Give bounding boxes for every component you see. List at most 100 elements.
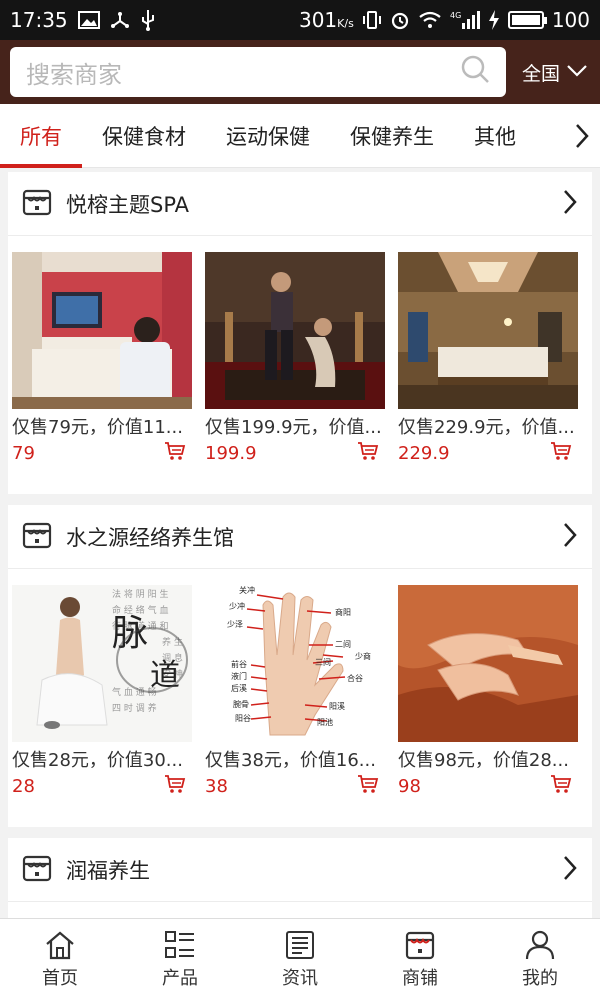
shop-name: 水之源经络养生馆	[66, 525, 234, 550]
tab-health-food[interactable]: 保健食材	[82, 104, 206, 168]
tab-sports-health[interactable]: 运动保健	[206, 104, 330, 168]
product-item[interactable]: 法 将 阴 阳 生命 经 络 气 血 行 脉 道 通 和养 生 调 息安 神 气…	[12, 585, 192, 798]
charging-icon	[488, 10, 500, 30]
shop-header[interactable]: 悦榕主题SPA	[8, 172, 592, 236]
share-icon	[110, 10, 130, 30]
product-price: 98	[398, 775, 421, 797]
store-icon	[405, 931, 435, 959]
svg-text:商阳: 商阳	[335, 607, 351, 617]
product-price: 199.9	[205, 442, 257, 464]
store-icon	[22, 187, 52, 221]
cart-icon[interactable]	[550, 441, 572, 465]
nav-mine[interactable]: 我的	[480, 919, 600, 1000]
chevron-right-icon	[562, 189, 578, 219]
search-input[interactable]: 搜索商家	[10, 47, 506, 97]
svg-text:阳谷: 阳谷	[235, 714, 251, 723]
product-image[interactable]	[205, 252, 385, 409]
svg-text:少冲: 少冲	[229, 601, 245, 611]
news-icon	[286, 930, 314, 959]
cart-icon[interactable]	[550, 774, 572, 798]
product-price: 28	[12, 775, 35, 797]
product-description: 仅售199.9元，价值...	[205, 417, 382, 438]
svg-text:道: 道	[150, 658, 180, 693]
svg-text:阳池: 阳池	[317, 717, 333, 727]
network-speed: 301K/s	[298, 8, 354, 32]
grid-list-icon	[165, 930, 194, 958]
chevron-down-icon	[566, 61, 588, 83]
shop-card[interactable]: 润福养生	[8, 838, 592, 918]
product-image[interactable]: 关冲 少冲 少泽 商阳 二间 少商 三间 合谷 前谷 液门 后溪 腕骨 阳谷 阳…	[205, 585, 385, 742]
product-image[interactable]	[398, 252, 578, 409]
tab-all[interactable]: 所有	[0, 104, 82, 168]
shop-card[interactable]: 水之源经络养生馆 法 将 阴 阳 生命 经 络 气 血 行 脉 道 通 和养 生…	[8, 505, 592, 827]
cart-icon[interactable]	[357, 441, 379, 465]
product-image[interactable]	[12, 252, 192, 409]
battery-level: 100	[551, 8, 590, 32]
svg-text:关冲: 关冲	[239, 585, 255, 595]
svg-text:后溪: 后溪	[231, 683, 247, 693]
nav-stores-label: 商铺	[402, 967, 438, 989]
shop-name: 悦榕主题SPA	[66, 192, 190, 217]
user-icon	[525, 930, 555, 959]
svg-text:液门: 液门	[231, 671, 247, 681]
shop-name: 润福养生	[66, 858, 150, 883]
svg-text:阳溪: 阳溪	[329, 701, 345, 711]
status-time: 17:35	[10, 8, 68, 32]
header: 搜索商家 全国	[0, 40, 600, 104]
status-bar: 17:35 301K/s 4G 100	[0, 0, 600, 40]
tabs-more-button[interactable]	[574, 104, 600, 168]
nav-news[interactable]: 资讯	[240, 919, 360, 1000]
nav-mine-label: 我的	[522, 967, 558, 989]
usb-icon	[140, 9, 156, 31]
svg-text:少商: 少商	[355, 651, 371, 661]
tab-other[interactable]: 其他	[454, 104, 536, 168]
product-item[interactable]: 仅售79元，价值11... 79	[12, 252, 192, 465]
product-item[interactable]: 仅售229.9元，价值... 229.9	[398, 252, 578, 465]
product-image[interactable]	[398, 585, 578, 742]
search-icon[interactable]	[460, 54, 490, 90]
cart-icon[interactable]	[164, 774, 186, 798]
svg-text:脉: 脉	[112, 613, 148, 654]
nav-products-label: 产品	[162, 967, 198, 989]
product-item[interactable]: 仅售199.9元，价值... 199.9	[205, 252, 385, 465]
product-item[interactable]: 仅售98元，价值28... 98	[398, 585, 578, 798]
product-image[interactable]: 法 将 阴 阳 生命 经 络 气 血 行 脉 道 通 和养 生 调 息安 神 气…	[12, 585, 192, 742]
svg-text:合谷: 合谷	[347, 673, 363, 683]
svg-text:三间: 三间	[315, 658, 331, 667]
nav-home-label: 首页	[42, 967, 78, 989]
shop-card[interactable]: 悦榕主题SPA 仅售79元，价值11... 79 仅售199.9元，价值... …	[8, 172, 592, 494]
product-description: 仅售79元，价值11...	[12, 417, 183, 438]
svg-text:腕骨: 腕骨	[233, 699, 249, 709]
product-price: 229.9	[398, 442, 450, 464]
store-icon	[22, 853, 52, 887]
region-selector[interactable]: 全国	[522, 59, 588, 86]
image-icon	[77, 11, 100, 29]
region-label: 全国	[522, 62, 561, 85]
svg-text:法 将 阴 阳 生: 法 将 阴 阳 生	[112, 588, 168, 600]
product-description: 仅售38元，价值16...	[205, 750, 376, 771]
chevron-right-icon	[576, 123, 589, 148]
product-price: 38	[205, 775, 228, 797]
nav-products[interactable]: 产品	[120, 919, 240, 1000]
store-icon	[22, 520, 52, 554]
product-price: 79	[12, 442, 35, 464]
svg-text:四 时 调 养: 四 时 调 养	[112, 702, 157, 714]
svg-text:二间: 二间	[335, 640, 351, 649]
alarm-icon	[390, 10, 410, 30]
product-description: 仅售98元，价值28...	[398, 750, 569, 771]
tab-wellness[interactable]: 保健养生	[330, 104, 454, 168]
product-item[interactable]: 关冲 少冲 少泽 商阳 二间 少商 三间 合谷 前谷 液门 后溪 腕骨 阳谷 阳…	[205, 585, 385, 798]
nav-stores[interactable]: 商铺	[360, 919, 480, 1000]
cart-icon[interactable]	[164, 441, 186, 465]
category-tabs: 所有 保健食材 运动保健 保健养生 其他	[0, 104, 600, 168]
cart-icon[interactable]	[357, 774, 379, 798]
nav-home[interactable]: 首页	[0, 919, 120, 1000]
vibrate-icon	[362, 10, 382, 30]
search-placeholder: 搜索商家	[26, 60, 122, 89]
product-description: 仅售229.9元，价值...	[398, 417, 575, 438]
battery-icon	[507, 11, 547, 29]
home-icon	[46, 931, 74, 959]
shop-header[interactable]: 水之源经络养生馆	[8, 505, 592, 569]
shop-header[interactable]: 润福养生	[8, 838, 592, 902]
product-description: 仅售28元，价值30...	[12, 750, 183, 771]
